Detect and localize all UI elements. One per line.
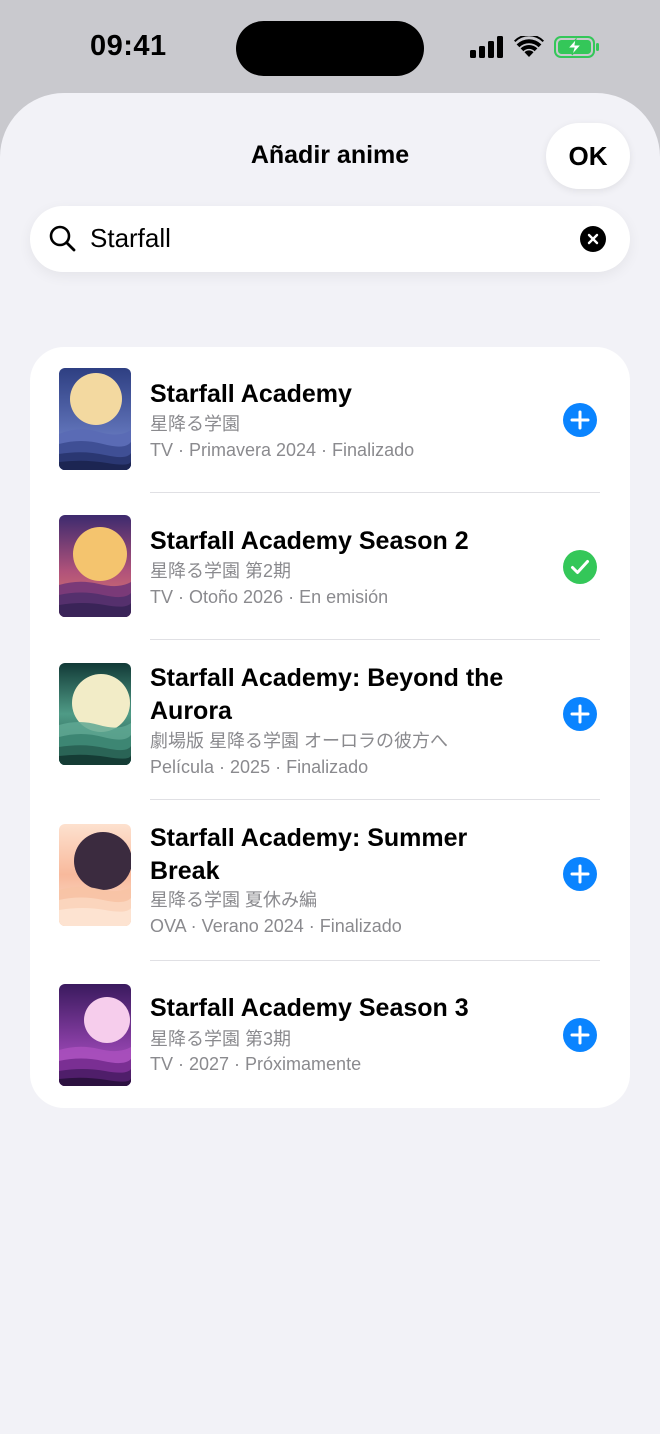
signal-icon: [470, 36, 504, 63]
add-icon[interactable]: [563, 403, 597, 437]
search-icon: [48, 224, 78, 259]
clear-icon[interactable]: [580, 226, 606, 252]
status-icons: [470, 34, 600, 63]
battery-icon: [554, 36, 600, 63]
result-row[interactable]: Starfall Academy Season 2 星降る学園 第2期 TV ·…: [30, 493, 630, 639]
dynamic-island: [236, 21, 424, 76]
add-icon[interactable]: [563, 1018, 597, 1052]
status-bar: 09:41: [0, 0, 660, 96]
anime-title: Starfall Academy: Summer Break: [150, 824, 468, 885]
search-field[interactable]: Starfall: [30, 206, 630, 272]
anime-title: Starfall Academy: [150, 380, 352, 408]
checkmark-icon[interactable]: [563, 550, 597, 584]
result-row[interactable]: Starfall Academy: Summer Break 星降る学園 夏休み…: [30, 800, 630, 960]
cover-image: [59, 663, 131, 765]
anime-japanese-title: 星降る学園 第3期: [150, 1029, 292, 1049]
anime-meta: TV · 2027 · Próximamente: [150, 1054, 362, 1074]
add-icon[interactable]: [563, 857, 597, 891]
results-list: Starfall Academy 星降る学園 TV · Primavera 20…: [30, 347, 630, 1108]
cover-image: [59, 984, 131, 1086]
add-icon[interactable]: [563, 697, 597, 731]
anime-japanese-title: 星降る学園 第2期: [150, 561, 292, 581]
anime-title: Starfall Academy Season 3: [150, 994, 469, 1022]
anime-meta: TV · Otoño 2026 · En emisión: [150, 587, 389, 607]
anime-japanese-title: 劇場版 星降る学園 オーロラの彼方へ: [150, 731, 449, 751]
result-row[interactable]: Starfall Academy Season 3 星降る学園 第3期 TV ·…: [30, 961, 630, 1108]
cover-image: [59, 368, 131, 470]
search-input[interactable]: Starfall: [90, 223, 171, 254]
add-anime-sheet: Añadir anime OK Starfall Starfall Academ…: [0, 93, 660, 1434]
status-time: 09:41: [90, 30, 167, 62]
anime-title: Starfall Academy Season 2: [150, 527, 469, 555]
result-row[interactable]: Starfall Academy: Beyond the Aurora 劇場版 …: [30, 640, 630, 800]
ok-button[interactable]: OK: [546, 123, 630, 189]
anime-title: Starfall Academy: Beyond the Aurora: [150, 664, 504, 725]
result-row[interactable]: Starfall Academy 星降る学園 TV · Primavera 20…: [30, 347, 630, 493]
anime-meta: OVA · Verano 2024 · Finalizado: [150, 916, 402, 936]
anime-japanese-title: 星降る学園 夏休み編: [150, 890, 318, 910]
wifi-icon: [514, 34, 544, 63]
anime-meta: Película · 2025 · Finalizado: [150, 757, 369, 777]
anime-japanese-title: 星降る学園: [150, 414, 240, 434]
anime-meta: TV · Primavera 2024 · Finalizado: [150, 440, 415, 460]
cover-image: [59, 515, 131, 617]
cover-image: [59, 824, 131, 926]
